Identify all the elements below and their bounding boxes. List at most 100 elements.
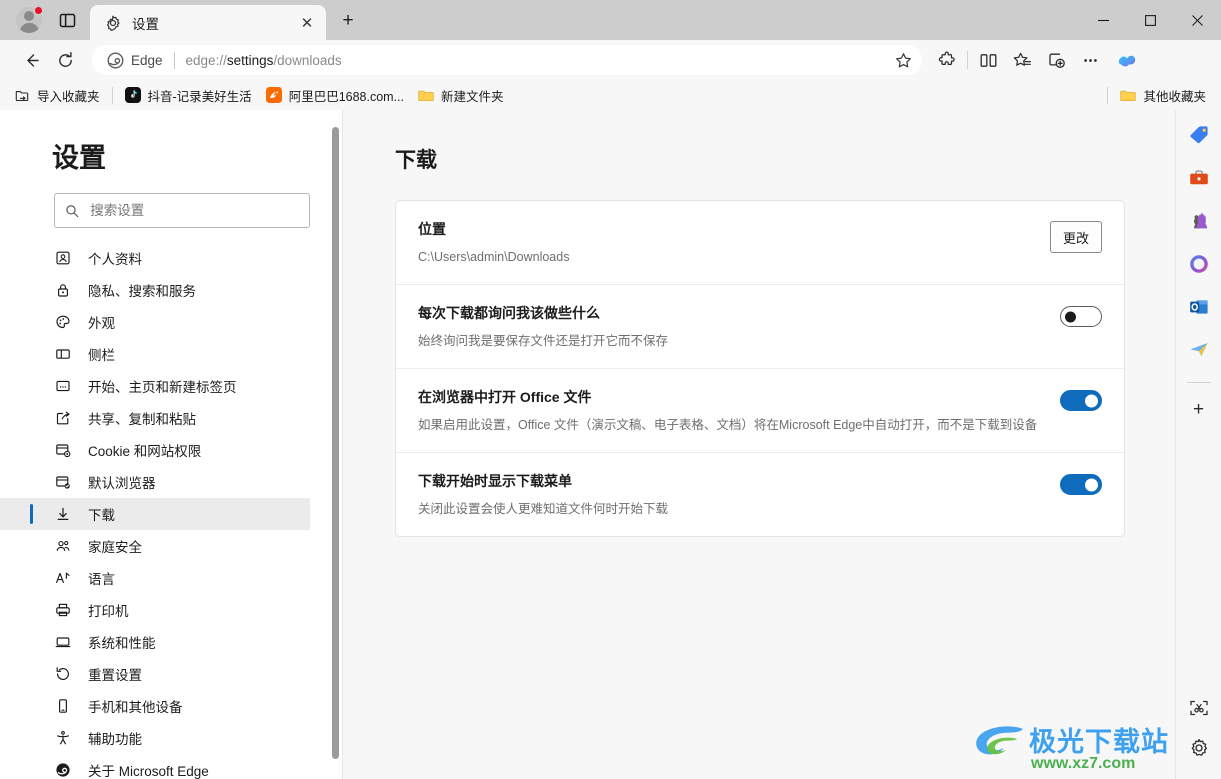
extensions-button[interactable] — [930, 45, 964, 75]
edge-logo-icon — [106, 51, 124, 69]
profile-button[interactable] — [12, 3, 46, 37]
games-icon[interactable] — [1184, 206, 1214, 236]
sidebar-item-label: 外观 — [88, 316, 115, 331]
settings-search-box[interactable] — [54, 193, 310, 228]
bookmarks-divider-right — [1107, 86, 1109, 104]
add-favorite-icon[interactable] — [888, 47, 918, 73]
sidebar-item-start-home-newtab[interactable]: 开始、主页和新建标签页 — [0, 370, 310, 402]
printer-icon — [54, 602, 72, 618]
family-icon — [54, 538, 72, 554]
favorites-icon — [1013, 52, 1031, 66]
bookmarks-bar: 导入收藏夹 抖音-记录美好生活 阿里巴巴1688.com... 新建文件夹 其他… — [0, 80, 1221, 110]
search-input[interactable] — [90, 203, 299, 218]
content-heading: 下载 — [395, 149, 437, 172]
show-downloads-menu-toggle[interactable] — [1060, 474, 1102, 495]
sidebar-item-family-safety[interactable]: 家庭安全 — [0, 530, 310, 562]
collections-button[interactable] — [1039, 45, 1073, 75]
omnibox-brand-label: Edge — [131, 52, 163, 68]
sidebar-item-system-performance[interactable]: 系统和性能 — [0, 626, 310, 658]
back-arrow-icon — [26, 53, 39, 67]
sidebar-item-about-edge[interactable]: 关于 Microsoft Edge — [0, 754, 310, 779]
maximize-button[interactable] — [1127, 0, 1174, 40]
sidebar-item-label: 重置设置 — [88, 668, 142, 683]
sidebar-item-reset-settings[interactable]: 重置设置 — [0, 658, 310, 690]
profile-icon — [54, 250, 72, 266]
setting-subtitle: 如果启用此设置，Office 文件（演示文稿、电子表格、文档）将在Microso… — [418, 418, 1038, 432]
copilot-icon — [1118, 55, 1136, 67]
refresh-button[interactable] — [48, 45, 82, 75]
sidebar-item-downloads[interactable]: 下载 — [0, 498, 310, 530]
add-sidebar-app-button[interactable]: + — [1184, 395, 1214, 425]
system-icon — [54, 634, 72, 650]
lock-icon — [54, 282, 72, 298]
send-icon[interactable] — [1184, 335, 1214, 365]
setting-row-location: 位置 C:\Users\admin\Downloads 更改 — [396, 201, 1124, 285]
new-tab-button[interactable]: + — [332, 5, 364, 37]
setting-subtitle: C:\Users\admin\Downloads — [418, 250, 570, 264]
setting-row-open-office-files: 在浏览器中打开 Office 文件 如果启用此设置，Office 文件（演示文稿… — [396, 369, 1124, 453]
sidebar-item-privacy[interactable]: 隐私、搜索和服务 — [0, 274, 310, 306]
setting-title: 位置 — [418, 221, 446, 237]
gear-icon — [104, 14, 122, 32]
import-favorites-label: 导入收藏夹 — [37, 89, 100, 104]
change-location-button[interactable]: 更改 — [1049, 221, 1102, 253]
bookmark-item[interactable]: 抖音-记录美好生活 — [118, 83, 259, 107]
page-title: 设置 — [52, 143, 106, 173]
sidebar-item-printers[interactable]: 打印机 — [0, 594, 310, 626]
bookmark-folder-item[interactable]: 新建文件夹 — [411, 83, 511, 107]
setting-subtitle: 始终询问我是要保存文件还是打开它而不保存 — [418, 334, 669, 348]
sidebar-item-appearance[interactable]: 外观 — [0, 306, 310, 338]
shopping-tag-icon[interactable] — [1184, 120, 1214, 150]
bookmarks-right-group: 其他收藏夹 — [1102, 83, 1213, 107]
sidebar-item-label: 侧栏 — [88, 348, 115, 363]
sidebar-item-default-browser[interactable]: 默认浏览器 — [0, 466, 310, 498]
ask-each-download-toggle[interactable] — [1060, 306, 1102, 327]
search-icon — [66, 204, 79, 217]
sidebar-item-label: Cookie 和网站权限 — [88, 444, 202, 459]
share-icon — [54, 410, 72, 426]
sidebar-item-phone-devices[interactable]: 手机和其他设备 — [0, 690, 310, 722]
bookmark-label: 抖音-记录美好生活 — [147, 89, 252, 104]
sidebar-item-cookies[interactable]: Cookie 和网站权限 — [0, 434, 310, 466]
split-screen-icon — [980, 53, 996, 67]
refresh-icon — [58, 51, 72, 67]
sidebar-item-share-copy-paste[interactable]: 共享、复制和粘贴 — [0, 402, 310, 434]
bookmark-item[interactable]: 阿里巴巴1688.com... — [259, 83, 411, 107]
back-button[interactable] — [14, 45, 48, 75]
sidebar-item-label: 辅助功能 — [88, 732, 142, 747]
split-screen-button[interactable] — [971, 45, 1005, 75]
sidebar-item-profile[interactable]: 个人资料 — [0, 242, 310, 274]
browser-toolbar: Edge edge://settings/downloads — [0, 40, 1221, 80]
sidebar-item-sidebar[interactable]: 侧栏 — [0, 338, 310, 370]
sidebar-item-accessibility[interactable]: 辅助功能 — [0, 722, 310, 754]
sidebar-icon — [54, 346, 72, 362]
import-favorites-button[interactable]: 导入收藏夹 — [8, 83, 107, 107]
setting-row-ask-each-download: 每次下载都询问我该做些什么 始终询问我是要保存文件还是打开它而不保存 — [396, 285, 1124, 369]
tab-actions-icon — [59, 13, 75, 27]
copilot-button[interactable] — [1109, 45, 1143, 75]
other-favorites-button[interactable]: 其他收藏夹 — [1113, 83, 1213, 107]
tab-title: 设置 — [132, 16, 159, 32]
sidebar-item-languages[interactable]: 语言 — [0, 562, 310, 594]
phone-icon — [54, 698, 72, 714]
close-window-button[interactable] — [1174, 0, 1221, 40]
minimize-button[interactable] — [1080, 0, 1127, 40]
browser-tab[interactable]: 设置 ✕ — [90, 5, 326, 40]
row-texts: 每次下载都询问我该做些什么 始终询问我是要保存文件还是打开它而不保存 — [418, 303, 1060, 350]
sidebar-scrollbar[interactable] — [332, 127, 339, 759]
tab-actions-button[interactable] — [50, 3, 84, 37]
tools-icon[interactable] — [1184, 163, 1214, 193]
address-bar[interactable]: Edge edge://settings/downloads — [92, 45, 922, 75]
settings-gear-icon[interactable] — [1184, 733, 1214, 763]
outlook-icon[interactable] — [1184, 292, 1214, 322]
tab-close-button[interactable]: ✕ — [296, 12, 318, 34]
open-office-files-toggle[interactable] — [1060, 390, 1102, 411]
edge-app-sidebar: + — [1175, 110, 1221, 779]
cookie-icon — [54, 442, 72, 458]
more-options-button[interactable] — [1073, 45, 1107, 75]
favorites-button[interactable] — [1005, 45, 1039, 75]
sidebar-item-label: 系统和性能 — [88, 636, 156, 651]
sidebar-item-label: 打印机 — [88, 604, 129, 619]
screenshot-icon[interactable] — [1184, 693, 1214, 723]
microsoft365-icon[interactable] — [1184, 249, 1214, 279]
